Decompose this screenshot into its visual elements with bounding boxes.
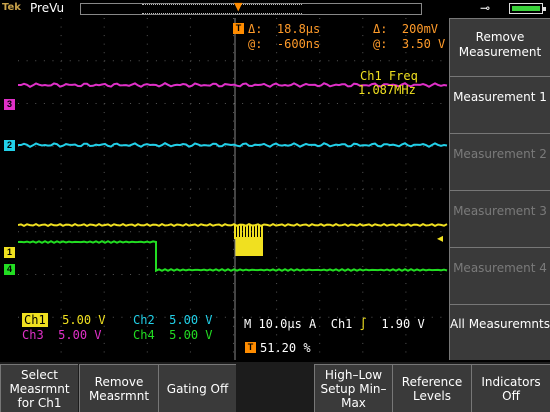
measurement-2-button[interactable]: Measurement 2 (449, 133, 550, 190)
measurement-value: 1.087MHz (358, 83, 416, 97)
cursor-position-voltage-readout: @: 3.50 V (373, 37, 446, 51)
trigger-slope-icon: ∫ (359, 317, 367, 331)
measurement-label: Ch1 Freq (360, 69, 418, 83)
timebase-readout: M 10.0μs A Ch1 ∫ 1.90 V (244, 317, 425, 331)
remove-measurement-button[interactable]: Remove Measurement (449, 18, 550, 76)
record-window-indicator (142, 4, 302, 14)
indicators-button[interactable]: Indicators Off (471, 364, 550, 412)
power-plug-icon: ⊸ (480, 1, 491, 15)
trigger-position-marker: T (245, 342, 256, 353)
acquisition-status: PreVu (30, 1, 65, 15)
side-menu: Remove Measurement Measurement 1 Measure… (449, 18, 550, 360)
remove-measurement-bottom-button[interactable]: Remove Measrmnt (79, 364, 158, 412)
trigger-marker: T (233, 23, 244, 34)
gating-button[interactable]: Gating Off (158, 364, 236, 412)
trigger-level-arrow-icon: ◂ (437, 231, 444, 245)
trigger-position-icon: ▼ (234, 0, 243, 13)
ch1-ground-marker[interactable]: 1 (4, 247, 15, 258)
all-measurements-button[interactable]: All Measuremnts (449, 304, 550, 360)
measurement-4-button[interactable]: Measurement 4 (449, 247, 550, 304)
bottom-menu: Select Measrmnt for Ch1 Remove Measrmnt … (0, 362, 550, 412)
ch3-ground-marker[interactable]: 3 (4, 99, 15, 110)
high-low-setup-button[interactable]: High–Low Setup Min–Max (314, 364, 392, 412)
ch4-scale-readout: Ch4 5.00 V (133, 328, 213, 342)
ch1-scale-readout: Ch1 5.00 V (22, 313, 106, 327)
ch2-ground-marker[interactable]: 2 (4, 140, 15, 151)
ch2-scale-readout: Ch2 5.00 V (133, 313, 213, 327)
measurement-1-button[interactable]: Measurement 1 (449, 76, 550, 133)
measurement-3-button[interactable]: Measurement 3 (449, 190, 550, 247)
brand-logo: Tek (2, 2, 21, 13)
cursor-position-time-readout: @: -600ns (248, 37, 321, 51)
cursor-delta-voltage-readout: Δ: 200mV (373, 22, 439, 36)
ch4-ground-marker[interactable]: 4 (4, 264, 15, 275)
reference-levels-button[interactable]: Reference Levels (392, 364, 471, 412)
trigger-position-readout: 51.20 % (260, 341, 311, 355)
select-measurement-button[interactable]: Select Measrmnt for Ch1 (0, 364, 78, 412)
status-bar: Tek PreVu ▼ ⊸ (0, 0, 550, 18)
battery-icon (509, 3, 546, 14)
ch3-scale-readout: Ch3 5.00 V (22, 328, 102, 342)
cursor-delta-time-readout: Δ: 18.8μs (248, 22, 321, 36)
